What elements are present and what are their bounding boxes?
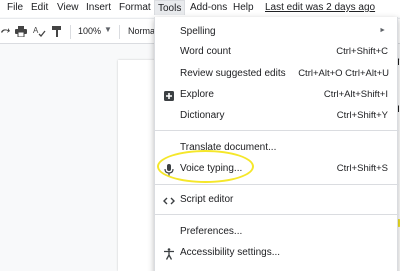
menu-insert[interactable]: Insert bbox=[86, 2, 111, 14]
menu-tools[interactable]: Tools bbox=[154, 0, 186, 15]
print-icon[interactable] bbox=[15, 26, 27, 40]
accessibility-icon bbox=[163, 247, 175, 260]
menu-item-accessibility-settings[interactable]: Accessibility settings... bbox=[155, 243, 399, 263]
toolbar-divider bbox=[119, 25, 120, 39]
menu-addons[interactable]: Add-ons bbox=[190, 2, 227, 14]
annotation-highlight-circle bbox=[157, 150, 254, 183]
zoom-select[interactable]: 100% bbox=[78, 26, 101, 36]
paragraph-style-select[interactable]: Normal bbox=[128, 26, 157, 36]
spellcheck-icon[interactable]: A bbox=[33, 26, 46, 40]
last-edit-link[interactable]: Last edit was 2 days ago bbox=[265, 2, 375, 14]
menu-item-label: Spelling bbox=[180, 26, 216, 37]
menu-item-label: Accessibility settings... bbox=[180, 247, 281, 258]
chevron-down-icon: ▼ bbox=[104, 25, 112, 34]
redo-icon[interactable] bbox=[0, 26, 10, 39]
menu-item-word-count[interactable]: Word count Ctrl+Shift+C bbox=[155, 42, 399, 62]
svg-text:A: A bbox=[33, 26, 39, 35]
menu-item-label: Explore bbox=[180, 89, 214, 100]
menu-view[interactable]: View bbox=[57, 2, 79, 14]
menu-file[interactable]: File bbox=[7, 2, 23, 14]
code-icon bbox=[163, 194, 175, 206]
menu-item-script-editor[interactable]: Script editor bbox=[155, 190, 399, 210]
menu-item-explore[interactable]: Explore Ctrl+Alt+Shift+I bbox=[155, 85, 399, 105]
menu-format[interactable]: Format bbox=[119, 2, 151, 14]
menu-item-spelling[interactable]: Spelling ► bbox=[155, 22, 399, 42]
explore-icon bbox=[163, 89, 175, 101]
menu-divider bbox=[155, 214, 399, 215]
menu-item-shortcut: Ctrl+Shift+Y bbox=[336, 110, 388, 121]
toolbar-divider bbox=[70, 25, 71, 39]
menu-item-shortcut: Ctrl+Shift+C bbox=[336, 46, 388, 57]
google-docs-window: File Edit View Insert Format Tools Add-o… bbox=[0, 0, 400, 271]
menu-item-shortcut: Ctrl+Alt+Shift+I bbox=[323, 89, 388, 100]
menu-item-shortcut: Ctrl+Alt+O Ctrl+Alt+U bbox=[298, 68, 389, 79]
submenu-arrow-icon: ► bbox=[379, 27, 386, 34]
menu-item-label: Script editor bbox=[180, 194, 234, 205]
menu-help[interactable]: Help bbox=[233, 2, 254, 14]
menu-item-review-suggested-edits[interactable]: Review suggested edits Ctrl+Alt+O Ctrl+A… bbox=[155, 64, 399, 84]
menu-item-dictionary[interactable]: Dictionary Ctrl+Shift+Y bbox=[155, 106, 399, 126]
menu-item-label: Review suggested edits bbox=[180, 68, 286, 79]
menu-item-preferences[interactable]: Preferences... bbox=[155, 222, 399, 242]
menu-edit[interactable]: Edit bbox=[31, 2, 48, 14]
menu-item-shortcut: Ctrl+Shift+S bbox=[336, 163, 388, 174]
menu-item-label: Dictionary bbox=[180, 110, 225, 121]
menu-divider bbox=[155, 184, 399, 185]
menu-item-label: Word count bbox=[180, 46, 231, 57]
menu-divider bbox=[155, 130, 399, 131]
paint-format-icon[interactable] bbox=[52, 26, 62, 40]
tools-menu-dropdown: Spelling ► Word count Ctrl+Shift+C Revie… bbox=[154, 17, 399, 271]
menu-bar: File Edit View Insert Format Tools Add-o… bbox=[0, 0, 400, 17]
menu-item-label: Preferences... bbox=[180, 226, 243, 237]
